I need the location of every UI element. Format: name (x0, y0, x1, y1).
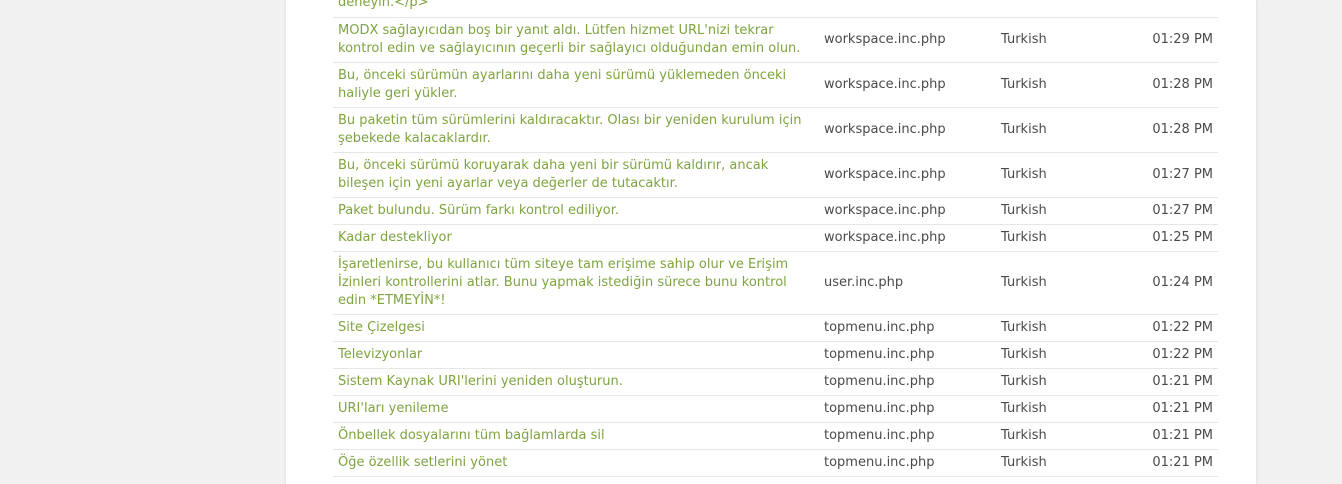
entry-time: 01:21 PM (1152, 401, 1213, 416)
entry-time: 01:22 PM (1152, 347, 1213, 362)
table-row: Televizyonlar topmenu.inc.php Turkish 01… (333, 342, 1218, 369)
table-row: URI'ları yenileme topmenu.inc.php Turkis… (333, 396, 1218, 423)
entry-text[interactable]: İşaretlenirse, bu kullanıcı tüm siteye t… (338, 252, 816, 314)
entry-time: 01:21 PM (1152, 455, 1213, 470)
table-row: Öğe özellik setlerini yönet topmenu.inc.… (333, 450, 1218, 477)
table-row: Bu, önceki sürümün ayarlarını daha yeni … (333, 63, 1218, 108)
entry-text[interactable]: Bu, önceki sürümü koruyarak daha yeni bi… (338, 153, 816, 197)
entry-file: user.inc.php (824, 275, 904, 290)
entry-file: topmenu.inc.php (824, 455, 935, 470)
entry-time: 01:22 PM (1152, 320, 1213, 335)
entry-text[interactable]: deneyin.</p> (338, 0, 816, 17)
entry-text[interactable]: Bu, önceki sürümün ayarlarını daha yeni … (338, 63, 816, 107)
entry-file: topmenu.inc.php (824, 374, 935, 389)
entry-time: 01:27 PM (1152, 203, 1213, 218)
entry-text[interactable]: Televizyonlar (338, 342, 816, 368)
table-row: Kadar destekliyor workspace.inc.php Turk… (333, 225, 1218, 252)
entry-text[interactable]: MODX sağlayıcıdan boş bir yanıt aldı. Lü… (338, 18, 816, 62)
entry-file: workspace.inc.php (824, 230, 946, 245)
entry-file: topmenu.inc.php (824, 320, 935, 335)
entry-text[interactable]: Önbellek dosyalarını tüm bağlamlarda sil (338, 423, 816, 449)
entry-time: 01:28 PM (1152, 77, 1213, 92)
entry-text[interactable]: Kadar destekliyor (338, 225, 816, 251)
entry-file: topmenu.inc.php (824, 347, 935, 362)
table-row: İşaretlenirse, bu kullanıcı tüm siteye t… (333, 252, 1218, 315)
entry-time: 01:29 PM (1152, 32, 1213, 47)
entry-file: topmenu.inc.php (824, 428, 935, 443)
entry-text[interactable]: URI'ları yenileme (338, 396, 816, 422)
entry-time: 01:27 PM (1152, 167, 1213, 182)
entry-time: 01:21 PM (1152, 374, 1213, 389)
lexicon-changes-panel: deneyin.</p> MODX sağlayıcıdan boş bir y… (286, 0, 1256, 484)
table-row: Önbellek dosyalarını tüm bağlamlarda sil… (333, 423, 1218, 450)
table-row: Site Çizelgesi topmenu.inc.php Turkish 0… (333, 315, 1218, 342)
entry-time: 01:28 PM (1152, 122, 1213, 137)
table-row: Bu paketin tüm sürümlerini kaldıracaktır… (333, 108, 1218, 153)
entry-file: topmenu.inc.php (824, 401, 935, 416)
entry-time: 01:25 PM (1152, 230, 1213, 245)
entry-text[interactable]: Öğe özellik setlerini yönet (338, 450, 816, 476)
entry-time: 01:21 PM (1152, 428, 1213, 443)
entry-time: 01:24 PM (1152, 275, 1213, 290)
entry-file: workspace.inc.php (824, 32, 946, 47)
entry-text[interactable]: Bu paketin tüm sürümlerini kaldıracaktır… (338, 108, 816, 152)
entry-file: workspace.inc.php (824, 167, 946, 182)
entry-text[interactable]: Site Çizelgesi (338, 315, 816, 341)
entry-text[interactable]: Paket bulundu. Sürüm farkı kontrol edili… (338, 198, 816, 224)
table-row: Sistem Kaynak URI'lerini yeniden oluştur… (333, 369, 1218, 396)
entry-file: workspace.inc.php (824, 203, 946, 218)
entry-text[interactable]: Sistem Kaynak URI'lerini yeniden oluştur… (338, 369, 816, 395)
table-row: Paket bulundu. Sürüm farkı kontrol edili… (333, 198, 1218, 225)
table-row: MODX sağlayıcıdan boş bir yanıt aldı. Lü… (333, 18, 1218, 63)
entry-file: workspace.inc.php (824, 122, 946, 137)
entry-file: workspace.inc.php (824, 77, 946, 92)
table-row: Bu, önceki sürümü koruyarak daha yeni bi… (333, 153, 1218, 198)
table-row: deneyin.</p> (333, 0, 1218, 18)
